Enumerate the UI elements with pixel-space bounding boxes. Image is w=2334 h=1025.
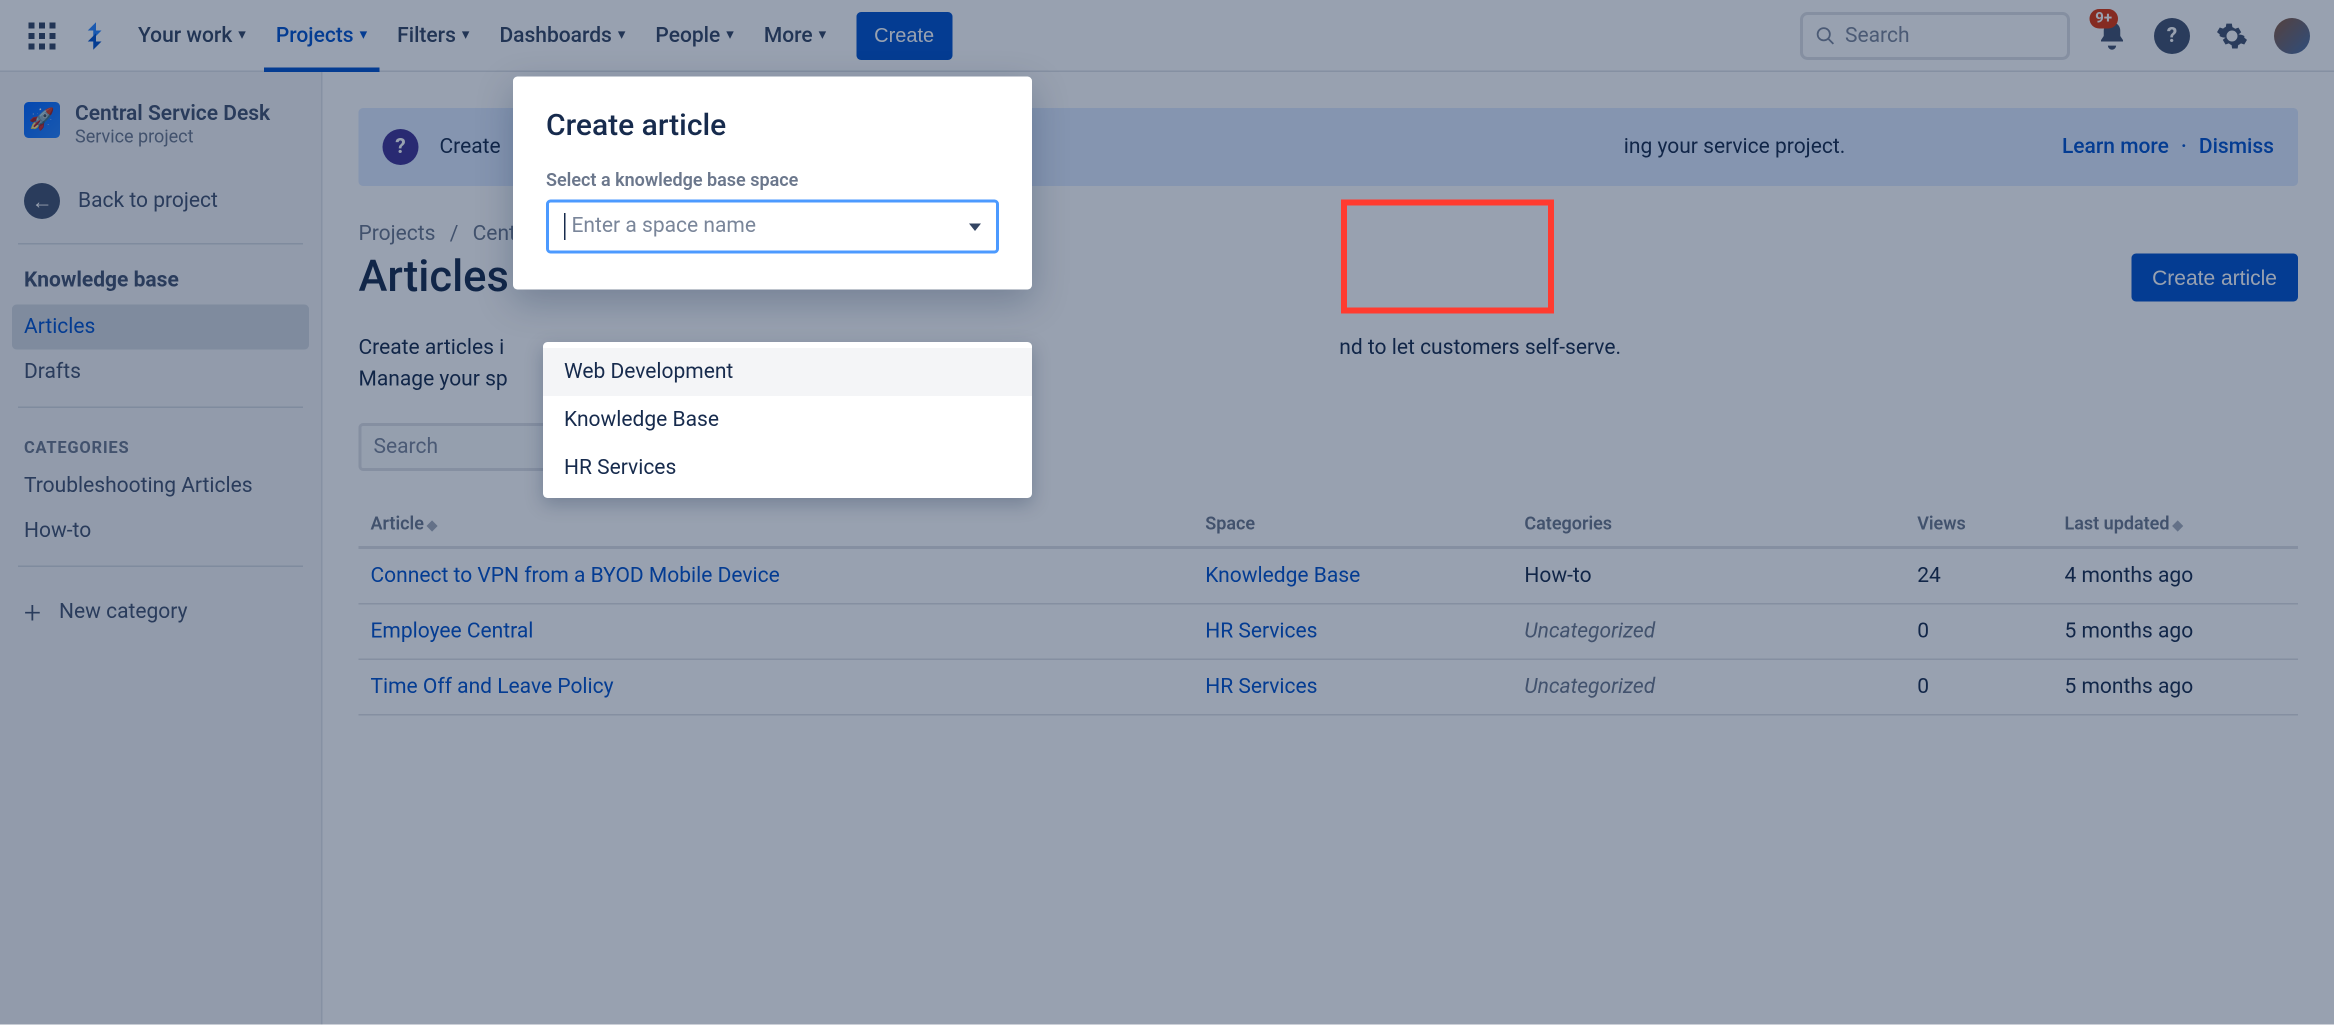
space-select-dropdown: Web Development Knowledge Base HR Servic…: [543, 342, 1032, 498]
space-select-input[interactable]: Enter a space name: [546, 200, 999, 254]
create-article-modal: Create article Select a knowledge base s…: [513, 77, 1032, 290]
modal-field-label: Select a knowledge base space: [546, 170, 999, 191]
dropdown-option[interactable]: HR Services: [543, 444, 1032, 492]
dropdown-option[interactable]: Web Development: [543, 348, 1032, 396]
modal-title: Create article: [546, 107, 999, 143]
space-select-placeholder: Enter a space name: [572, 214, 756, 238]
modal-overlay[interactable]: [0, 0, 2334, 1025]
dropdown-option[interactable]: Knowledge Base: [543, 396, 1032, 444]
chevron-down-icon: [969, 223, 981, 231]
